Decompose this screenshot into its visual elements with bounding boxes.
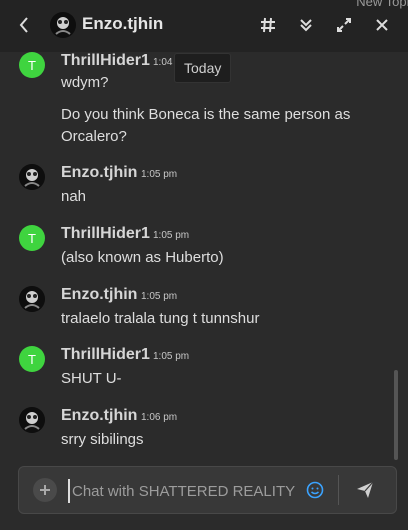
header-avatar[interactable] <box>50 12 76 38</box>
back-arrow-icon[interactable] <box>14 13 34 37</box>
close-icon[interactable] <box>372 14 392 36</box>
date-tooltip: Today <box>174 53 232 83</box>
avatar[interactable] <box>19 164 45 190</box>
message-text: tralaelo tralala tung t tunnshur <box>61 310 260 327</box>
sender-name[interactable]: Enzo.tjhin <box>61 286 137 304</box>
sender-name[interactable]: ThrillHider1 <box>61 225 150 243</box>
message-text: Orcalero? <box>61 128 127 145</box>
avatar[interactable]: T <box>19 52 45 78</box>
timestamp: 1:05 pm <box>141 291 178 302</box>
sender-name[interactable]: Enzo.tjhin <box>61 407 137 425</box>
chat-input[interactable] <box>68 479 300 503</box>
avatar[interactable] <box>19 407 45 433</box>
add-attachment-button[interactable] <box>33 478 57 502</box>
chat-header: Enzo.tjhin New Topic <box>0 0 408 52</box>
message-text: srry sibilings <box>61 431 144 448</box>
chevrons-down-icon[interactable] <box>296 14 316 36</box>
message-list: T ThrillHider1 1:04 wdym? Do you think B… <box>0 52 398 462</box>
timestamp: 1:04 <box>153 57 173 68</box>
send-icon[interactable] <box>354 479 376 501</box>
message-text: (also known as Huberto) <box>61 249 224 266</box>
sender-name[interactable]: Enzo.tjhin <box>61 164 137 182</box>
message-text: SHUT U- <box>61 370 122 387</box>
timestamp: 1:05 pm <box>153 351 190 362</box>
message-text: wdym? <box>61 74 109 91</box>
message-composer <box>18 466 397 514</box>
timestamp: 1:05 pm <box>141 169 178 180</box>
message-text: Do you think Boneca is the same person a… <box>61 106 351 123</box>
timestamp: 1:05 pm <box>153 230 190 241</box>
sender-name[interactable]: ThrillHider1 <box>61 346 150 364</box>
new-topic-peek: New Topic <box>356 0 408 9</box>
avatar[interactable] <box>19 286 45 312</box>
divider <box>338 475 339 505</box>
expand-icon[interactable] <box>334 14 354 36</box>
chat-title: Enzo.tjhin <box>82 14 164 33</box>
scrollbar[interactable] <box>394 370 398 460</box>
message-text: nah <box>61 188 87 205</box>
timestamp: 1:06 pm <box>141 412 178 423</box>
hashtag-icon[interactable] <box>258 14 278 36</box>
avatar[interactable]: T <box>19 225 45 251</box>
sender-name[interactable]: ThrillHider1 <box>61 52 150 70</box>
avatar[interactable]: T <box>19 346 45 372</box>
emoji-icon[interactable] <box>305 480 325 500</box>
header-actions <box>258 14 392 36</box>
